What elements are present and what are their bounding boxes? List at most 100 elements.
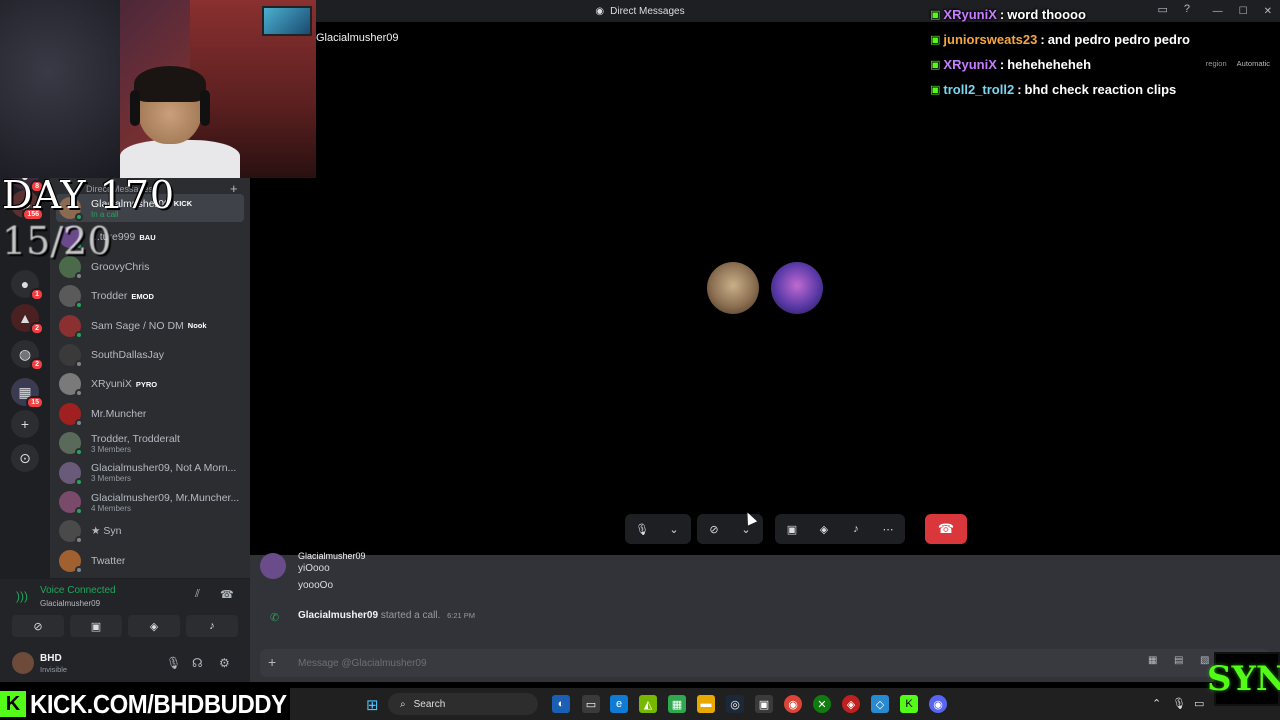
camera-button[interactable]: ⊘	[12, 615, 64, 637]
soundboard-icon[interactable]: ♪	[845, 518, 867, 540]
dm-item[interactable]: ★ Syn	[56, 517, 244, 545]
dm-name-text: Glacialmusher09, Not A Morn...	[91, 462, 237, 475]
webcam-overlay	[0, 0, 316, 178]
taskbar-search[interactable]: ⌕ Search	[388, 693, 538, 715]
message-author[interactable]: Glacialmusher09	[298, 551, 366, 561]
message-input[interactable]	[298, 654, 1098, 672]
soundboard-button[interactable]: ♪	[186, 615, 238, 637]
windows-start-icon[interactable]: ⊞	[366, 696, 379, 714]
avatar	[59, 491, 83, 515]
chevron-down-icon[interactable]: ⌄	[663, 518, 685, 540]
settings-icon[interactable]: ⚙	[219, 656, 230, 670]
server-icon: ◍	[18, 345, 32, 362]
message-composer: + ▦ ▤ ▧	[260, 649, 1270, 677]
xbox-icon[interactable]: ✕	[813, 695, 831, 713]
server-button[interactable]: ◍ 2	[11, 340, 44, 371]
activity-icon[interactable]: ◈	[813, 518, 835, 540]
dm-item[interactable]: Sam Sage / NO DM Nook	[56, 312, 244, 340]
overlay-chat-user: juniorsweats23	[943, 32, 1038, 47]
overlay-chat-text: and pedro pedro pedro	[1047, 32, 1190, 47]
dm-name-text: Glacialmusher09, Mr.Muncher...	[91, 491, 239, 504]
chat-area: Glacialmusher09 yiOooo yoooOo ✆ Glacialm…	[250, 551, 1280, 682]
steam-icon[interactable]: ◎	[726, 695, 744, 713]
phone-icon: ✆	[270, 612, 280, 624]
voice-status[interactable]: Voice Connected	[40, 585, 116, 596]
dm-name-text: ★ Syn	[91, 525, 122, 538]
region-value[interactable]: Automatic	[1237, 59, 1270, 68]
store-icon[interactable]: ▣	[755, 695, 773, 713]
discord-taskbar-icon[interactable]: ◉	[929, 695, 947, 713]
message-author-avatar[interactable]	[260, 553, 286, 579]
app-icon[interactable]: ◈	[842, 695, 860, 713]
dm-name: Glacialmusher09, Mr.Muncher...	[91, 492, 239, 504]
sheets-icon[interactable]: ▦	[668, 695, 686, 713]
server-button[interactable]: ⊙	[11, 444, 39, 472]
nvidia-icon[interactable]: ◭	[639, 695, 657, 713]
notification-badge: 2	[30, 358, 44, 371]
chrome-icon[interactable]: ◉	[784, 695, 802, 713]
participant-avatar-pixel[interactable]	[771, 262, 823, 314]
app-icon[interactable]: ◇	[871, 695, 889, 713]
dm-item[interactable]: Twatter	[56, 547, 244, 575]
server-button[interactable]: +	[11, 410, 39, 438]
user-avatar[interactable]	[12, 652, 34, 674]
camera-off-icon: ⊘	[33, 620, 43, 633]
overlay-chat-line: ▣ XRyuniX: heheheheheh	[930, 57, 1092, 72]
hang-up-button[interactable]: ☎	[925, 514, 967, 544]
system-message-user[interactable]: Glacialmusher09	[298, 610, 378, 621]
server-button[interactable]: ▲ 2	[11, 304, 44, 335]
overlay-chat-line: ▣ troll2_troll2: bhd check reaction clips	[930, 82, 1177, 97]
edge-icon[interactable]: e	[610, 695, 628, 713]
server-button[interactable]: ● 1	[11, 270, 44, 301]
voice-channel[interactable]: Glacialmusher09	[40, 599, 100, 608]
presence-dot	[75, 507, 83, 515]
signal-icon[interactable]: )))	[16, 589, 28, 603]
presence-dot	[75, 536, 83, 545]
headphones-icon[interactable]: ☊	[192, 656, 203, 670]
mic-icon[interactable]: 🎙	[166, 656, 181, 670]
participant-avatar-dog[interactable]	[707, 262, 759, 314]
notification-badge: 2	[30, 322, 44, 335]
dm-item[interactable]: SouthDallasJay	[56, 341, 244, 369]
user-name[interactable]: BHD	[40, 653, 62, 664]
dm-item[interactable]: Glacialmusher09, Not A Morn... 3 Members	[56, 459, 244, 487]
syn-logo: SYN	[1207, 652, 1280, 706]
server-button[interactable]: ▦ 15	[11, 378, 44, 409]
activity-button[interactable]: ◈	[128, 615, 180, 637]
mic-group[interactable]: 🎙 ⌄	[625, 514, 691, 544]
phone-hangup-icon: ☎	[937, 521, 955, 536]
mic-icon[interactable]: 🎙	[631, 518, 653, 540]
copilot-icon[interactable]: ◐	[552, 695, 570, 713]
screen-share-icon[interactable]: ▣	[781, 518, 803, 540]
tray-display-icon[interactable]: ▭	[1194, 697, 1204, 710]
overlay-chat-user: XRyuniX	[943, 7, 997, 22]
attach-icon[interactable]: +	[268, 654, 276, 670]
dm-item[interactable]: Trodder EMOD	[56, 282, 244, 310]
close-button[interactable]: ✕	[1264, 6, 1272, 17]
maximize-button[interactable]: ☐	[1239, 6, 1248, 17]
screen-share-button[interactable]: ▣	[70, 615, 122, 637]
dm-item[interactable]: Trodder, Trodderalt 3 Members	[56, 429, 244, 457]
dm-subtext: 3 Members	[91, 474, 132, 484]
gif-icon[interactable]: ▤	[1174, 655, 1183, 666]
avatar	[59, 314, 83, 339]
dm-item[interactable]: Glacialmusher09, Mr.Muncher... 4 Members	[56, 488, 244, 516]
dm-item[interactable]: XRyuniX PYRO	[56, 370, 244, 398]
disconnect-icon[interactable]: ☎	[220, 588, 234, 601]
presence-dot	[75, 360, 83, 368]
tray-mic-icon[interactable]: 🎙	[1172, 697, 1186, 710]
gift-icon[interactable]: ▦	[1148, 655, 1157, 666]
folder-icon[interactable]: ▬	[697, 695, 715, 713]
camera-off-icon[interactable]: ⊘	[703, 518, 725, 540]
clan-tag: EMOD	[131, 291, 154, 301]
task-view-icon[interactable]: ▭	[582, 695, 600, 713]
tray-chevron-icon[interactable]: ⌃	[1152, 697, 1161, 710]
dm-name: Mr.Muncher	[91, 408, 146, 420]
more-icon[interactable]: ⋯	[877, 518, 899, 540]
discord-icon: ◉	[595, 5, 605, 17]
dm-subtext: 3 Members	[91, 444, 132, 454]
noise-suppression-icon[interactable]: ⫽	[195, 588, 200, 601]
dm-name-text: XRyuniX	[91, 378, 132, 391]
dm-item[interactable]: Mr.Muncher	[56, 400, 244, 428]
kick-app-icon[interactable]: K	[900, 695, 918, 713]
